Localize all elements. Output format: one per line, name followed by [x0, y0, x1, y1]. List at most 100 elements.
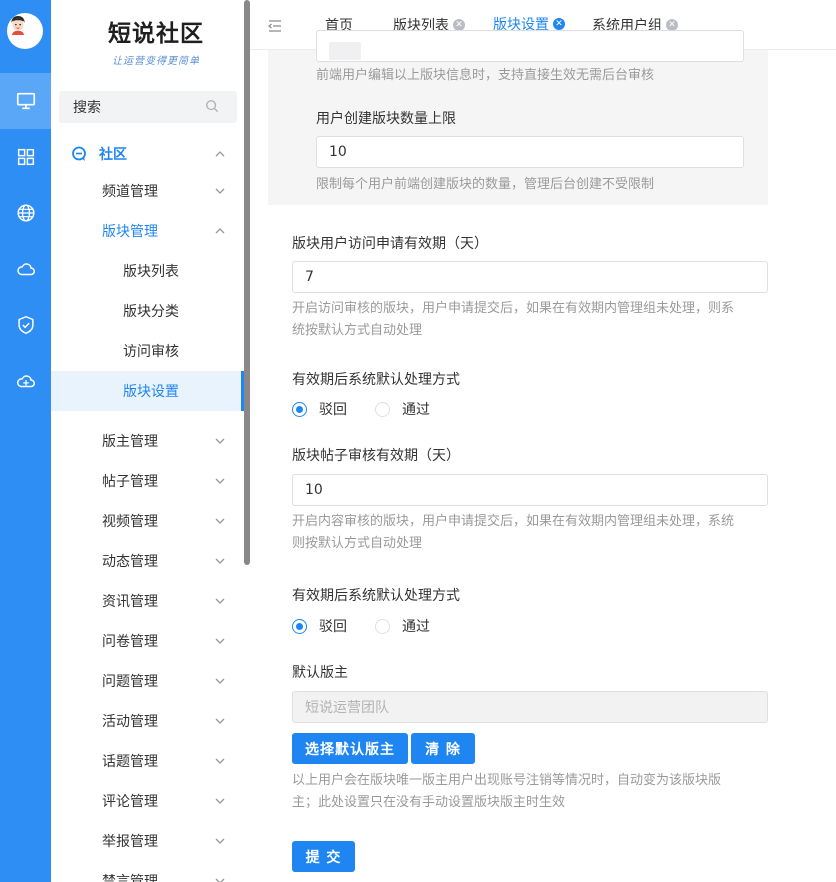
- close-icon[interactable]: ✕: [553, 18, 565, 30]
- sidebar-item-videos[interactable]: 视频管理: [51, 501, 244, 541]
- cloud-sync-icon: [16, 375, 35, 388]
- default-moderator-value: 短说运营团队: [305, 700, 389, 716]
- help-line: 统按默认方式自动处理: [292, 323, 423, 338]
- pass-radio[interactable]: [375, 401, 390, 417]
- reject-radio[interactable]: [292, 401, 307, 417]
- default-handle-label: 有效期后系统默认处理方式: [292, 372, 460, 388]
- sidebar-item-questions[interactable]: 问题管理: [51, 661, 244, 701]
- search-placeholder: 搜索: [73, 100, 101, 116]
- cloud-icon: [16, 263, 35, 276]
- sidebar-item-reports[interactable]: 举报管理: [51, 821, 244, 861]
- create-limit-help: 限制每个用户前端创建版块的数量，管理后台创建不受限制: [316, 177, 655, 192]
- logo: 短说社区 让运营变得更简单: [91, 14, 221, 70]
- help-line: 开启访问审核的版块，用户申请提交后，如果在有效期内管理组未处理，则系: [292, 301, 735, 316]
- create-limit-value: 10: [329, 144, 347, 160]
- sidebar-item-comments[interactable]: 评论管理: [51, 781, 244, 821]
- sidebar-item-label: 资讯管理: [102, 594, 158, 610]
- rail-item-shield[interactable]: [0, 297, 51, 353]
- sidebar-item-dynamics[interactable]: 动态管理: [51, 541, 244, 581]
- scrolled-input[interactable]: [316, 30, 744, 62]
- radio-label: 驳回: [319, 402, 347, 418]
- post-validity-input[interactable]: 10: [292, 474, 768, 506]
- sidebar-scrollbar[interactable]: [244, 0, 250, 565]
- radio-label: 通过: [402, 619, 430, 635]
- select-moderator-button[interactable]: 选择默认版主: [292, 733, 408, 764]
- search-icon: [206, 100, 219, 113]
- chevron-down-icon: [215, 558, 225, 564]
- sidebar-item-label: 频道管理: [102, 184, 158, 200]
- default-moderator-input: 短说运营团队: [292, 691, 768, 723]
- access-validity-value: 7: [305, 269, 314, 285]
- sidebar-item-survey[interactable]: 问卷管理: [51, 621, 244, 661]
- create-limit-input[interactable]: 10: [316, 136, 744, 168]
- sidebar-item-section-settings[interactable]: 版块设置: [51, 371, 244, 411]
- sidebar: 短说社区 让运营变得更简单 搜索 社区 频道管理 版块管理 版块列表 版块分类 …: [51, 0, 247, 882]
- pass-radio[interactable]: [375, 618, 390, 634]
- create-limit-label: 用户创建版块数量上限: [316, 111, 456, 127]
- sidebar-item-label: 访问审核: [123, 344, 179, 360]
- chevron-down-icon: [215, 758, 225, 764]
- collapse-menu-icon[interactable]: [268, 19, 282, 33]
- settings-form: 前端用户编辑以上版块信息时，支持直接生效无需后台审核 用户创建版块数量上限 10…: [268, 30, 788, 882]
- chevron-down-icon: [215, 518, 225, 524]
- sidebar-item-topics[interactable]: 话题管理: [51, 741, 244, 781]
- clear-button[interactable]: 清 除: [411, 733, 475, 764]
- sidebar-item-section[interactable]: 版块管理: [51, 211, 244, 251]
- post-validity-value: 10: [305, 482, 323, 498]
- sidebar-item-moderator[interactable]: 版主管理: [51, 421, 244, 461]
- sidebar-item-news[interactable]: 资讯管理: [51, 581, 244, 621]
- sidebar-item-community[interactable]: 社区: [51, 134, 244, 174]
- shield-icon: [17, 315, 34, 335]
- sidebar-item-label: 禁言管理: [102, 874, 158, 882]
- chevron-down-icon: [215, 478, 225, 484]
- monitor-icon: [16, 92, 35, 110]
- sidebar-item-section-list[interactable]: 版块列表: [51, 251, 244, 291]
- chevron-up-icon: [215, 151, 225, 157]
- help-line: 则按默认方式自动处理: [292, 536, 423, 551]
- help-line: 以上用户会在版块唯一版主用户出现账号注销等情况时，自动变为该版块版: [292, 773, 722, 788]
- search-input[interactable]: 搜索: [59, 91, 237, 123]
- chevron-down-icon: [215, 638, 225, 644]
- access-validity-input[interactable]: 7: [292, 261, 768, 293]
- sidebar-item-label: 问卷管理: [102, 634, 158, 650]
- reject-radio[interactable]: [292, 618, 307, 634]
- logo-title: 短说社区: [108, 20, 204, 47]
- sidebar-item-label: 问题管理: [102, 674, 158, 690]
- radio-label: 通过: [402, 402, 430, 418]
- sidebar-item-mute[interactable]: 禁言管理: [51, 861, 244, 882]
- sidebar-item-label: 举报管理: [102, 834, 158, 850]
- rail-item-globe[interactable]: [0, 185, 51, 241]
- chevron-down-icon: [215, 438, 225, 444]
- rail-item-monitor[interactable]: [0, 73, 51, 129]
- sidebar-item-label: 版块分类: [123, 304, 179, 320]
- post-handle-radio-group: 驳回 通过: [292, 616, 430, 636]
- sidebar-item-label: 版块管理: [102, 224, 158, 240]
- sidebar-item-section-category[interactable]: 版块分类: [51, 291, 244, 331]
- chevron-down-icon: [215, 678, 225, 684]
- rail-item-cloud[interactable]: [0, 241, 51, 297]
- radio-label: 驳回: [319, 619, 347, 635]
- sidebar-item-label: 评论管理: [102, 794, 158, 810]
- sidebar-item-label: 版块设置: [123, 384, 179, 400]
- chat-icon: [72, 146, 86, 161]
- sidebar-item-label: 动态管理: [102, 554, 158, 570]
- sidebar-item-label: 话题管理: [102, 754, 158, 770]
- sidebar-item-access-review[interactable]: 访问审核: [51, 331, 244, 371]
- rail-item-cloud-sync[interactable]: [0, 353, 51, 409]
- user-edit-panel: 前端用户编辑以上版块信息时，支持直接生效无需后台审核 用户创建版块数量上限 10…: [268, 30, 768, 205]
- chevron-up-icon: [215, 228, 225, 234]
- default-handle-label: 有效期后系统默认处理方式: [292, 588, 460, 604]
- top-help-text: 前端用户编辑以上版块信息时，支持直接生效无需后台审核: [316, 68, 655, 83]
- sidebar-item-label: 版主管理: [102, 434, 158, 450]
- sidebar-item-posts[interactable]: 帖子管理: [51, 461, 244, 501]
- sidebar-item-channel[interactable]: 频道管理: [51, 171, 244, 211]
- sidebar-item-label: 社区: [99, 147, 127, 163]
- submit-button[interactable]: 提 交: [292, 841, 355, 872]
- chevron-down-icon: [215, 718, 225, 724]
- sidebar-item-activities[interactable]: 活动管理: [51, 701, 244, 741]
- rail-item-grid[interactable]: [0, 129, 51, 185]
- avatar[interactable]: [7, 13, 43, 49]
- chevron-down-icon: [215, 838, 225, 844]
- post-validity-label: 版块帖子审核有效期（天）: [292, 448, 460, 464]
- default-moderator-label: 默认版主: [292, 665, 348, 681]
